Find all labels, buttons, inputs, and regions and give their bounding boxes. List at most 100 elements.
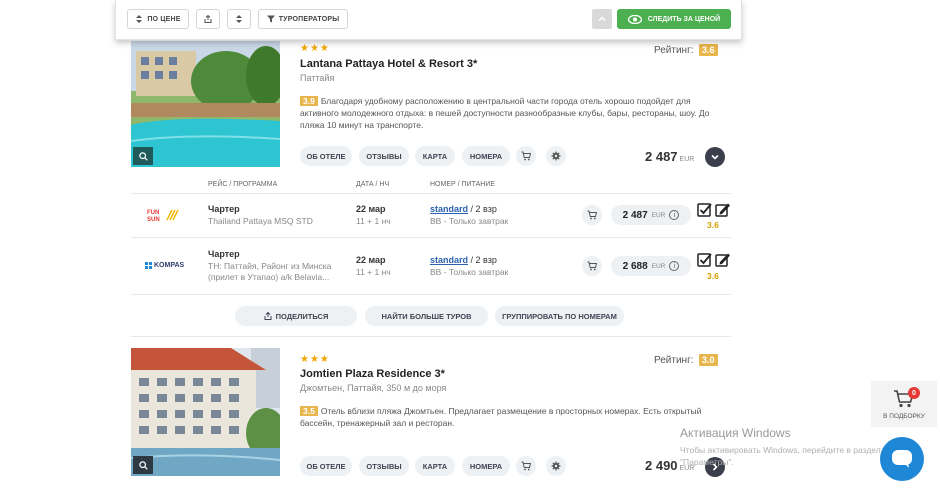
description-text: Благодаря удобному расположению в центра…	[300, 96, 710, 130]
divider	[131, 294, 731, 295]
edit-icon[interactable]	[715, 203, 730, 217]
offer-add-to-cart-button[interactable]	[582, 205, 602, 225]
description-score-badge: 3.9	[300, 96, 318, 106]
checkbox-icon[interactable]	[697, 253, 712, 267]
filter-icon	[266, 15, 275, 23]
hotel-photo[interactable]	[131, 348, 280, 476]
sort-arrows-icon	[236, 15, 242, 23]
description-score-badge: 3.5	[300, 406, 318, 416]
tab-reviews[interactable]: ОТЗЫВЫ	[359, 146, 409, 166]
hotel-name[interactable]: Lantana Pattaya Hotel & Resort 3*	[300, 58, 477, 70]
hotel-price-value: 2 487	[645, 149, 678, 164]
windows-activation-text: Чтобы активировать Windows, перейдите в …	[680, 445, 881, 467]
info-icon[interactable]: i	[669, 210, 680, 220]
offer-actions	[697, 253, 730, 267]
windows-activation-title: Активация Windows	[680, 426, 791, 440]
tab-about-hotel[interactable]: ОБ ОТЕЛЕ	[300, 456, 352, 476]
expand-offers-button[interactable]	[705, 147, 725, 167]
hotel-stars: ★★★	[300, 43, 330, 54]
hotel-stars: ★★★	[300, 354, 330, 365]
eye-icon	[627, 14, 642, 24]
selection-count-badge: 0	[908, 387, 920, 399]
selection-cart-label: В ПОДБОРКУ	[883, 413, 925, 420]
svg-text:SUN: SUN	[147, 217, 160, 222]
offer-program: Thailand Pattaya MSQ STD	[208, 216, 313, 226]
offer-rating: 3.6	[707, 271, 719, 281]
group-by-rooms-button[interactable]: ГРУППИРОВАТЬ ПО НОМЕРАМ	[495, 306, 624, 326]
offer-date: 22 мар	[356, 204, 386, 214]
settings-button[interactable]	[546, 456, 566, 476]
search-icon	[138, 460, 148, 470]
scroll-up-button[interactable]	[592, 9, 612, 29]
offer-room: standard / 2 взр	[430, 204, 497, 214]
tab-reviews[interactable]: ОТЗЫВЫ	[359, 456, 409, 476]
kompas-logo-icon	[145, 262, 152, 269]
tab-map[interactable]: КАРТА	[415, 146, 455, 166]
rating-label: Рейтинг:	[654, 355, 694, 366]
offer-nights: 11 + 1 нч	[356, 216, 391, 226]
offer-program: TH: Паттайя, Районг из Минска (прилет в …	[208, 261, 332, 282]
photo-zoom-button[interactable]	[133, 456, 153, 474]
cart-icon	[521, 461, 531, 471]
offer-date: 22 мар	[356, 255, 386, 265]
tour-operators-filter-button[interactable]: ТУРОПЕРАТОРЫ	[258, 9, 348, 29]
add-to-cart-button[interactable]	[516, 456, 536, 476]
gear-icon	[551, 151, 561, 161]
gear-icon	[551, 461, 561, 471]
offer-price-currency: EUR	[651, 211, 666, 219]
chevron-up-icon	[598, 16, 606, 22]
photo-zoom-button[interactable]	[133, 147, 153, 165]
checkbox-icon[interactable]	[697, 203, 712, 217]
tab-map[interactable]: КАРТА	[415, 456, 455, 476]
chat-bubble-icon	[892, 450, 912, 468]
toolbar: ПО ЦЕНЕ ТУРОПЕРАТОРЫ СЛЕДИТЬ ЗА ЦЕНОЙ	[115, 0, 742, 40]
edit-icon[interactable]	[715, 253, 730, 267]
settings-button[interactable]	[546, 146, 566, 166]
offer-add-to-cart-button[interactable]	[582, 256, 602, 276]
sort-by-price-button[interactable]: ПО ЦЕНЕ	[127, 9, 189, 29]
hotel-location: Джомтьен, Паттайя, 350 м до моря	[300, 383, 447, 393]
offer-type: Чартер	[208, 249, 240, 259]
selection-cart-button[interactable]: 0 В ПОДБОРКУ	[871, 381, 937, 427]
hotel-name[interactable]: Jomtien Plaza Residence 3*	[300, 368, 445, 380]
share-icon	[264, 312, 272, 320]
cart-icon	[521, 151, 531, 161]
operator-logo-kompas: KOMPAS	[145, 262, 184, 269]
offer-type: Чартер	[208, 204, 240, 214]
page: ПО ЦЕНЕ ТУРОПЕРАТОРЫ СЛЕДИТЬ ЗА ЦЕНОЙ ★★…	[0, 0, 940, 492]
offer-price-button[interactable]: 2 688 EUR i	[611, 256, 691, 276]
info-icon[interactable]: i	[669, 261, 680, 271]
hotel-price: 2 487 EUR	[645, 149, 694, 164]
tab-rooms[interactable]: НОМЕРА	[462, 456, 510, 476]
room-type-link[interactable]: standard	[430, 204, 468, 214]
offer-meal: BB - Только завтрак	[430, 267, 509, 277]
offer-room: standard / 2 взр	[430, 255, 497, 265]
room-type-link[interactable]: standard	[430, 255, 468, 265]
offer-price-button[interactable]: 2 487 EUR i	[611, 205, 691, 225]
find-more-tours-button[interactable]: НАЙТИ БОЛЬШЕ ТУРОВ	[365, 306, 488, 326]
divider	[131, 237, 731, 238]
hotel-price-currency: EUR	[679, 156, 695, 163]
add-to-cart-button[interactable]	[516, 146, 536, 166]
room-guests: / 2 взр	[468, 204, 497, 214]
share-button[interactable]: ПОДЕЛИТЬСЯ	[235, 306, 357, 326]
offer-meal: BB - Только завтрак	[430, 216, 509, 226]
divider	[131, 193, 731, 194]
cart-icon	[587, 261, 597, 271]
sort-toggle-button[interactable]	[227, 9, 251, 29]
svg-text:FUN: FUN	[147, 210, 159, 216]
follow-price-button[interactable]: СЛЕДИТЬ ЗА ЦЕНОЙ	[617, 9, 731, 29]
hotel-photo[interactable]	[131, 41, 280, 167]
operator-logo-funsun: FUN SUN	[146, 208, 182, 223]
offer-price-value: 2 487	[622, 209, 648, 221]
chat-button[interactable]	[880, 437, 924, 481]
tab-rooms[interactable]: НОМЕРА	[462, 146, 510, 166]
offer-price-currency: EUR	[651, 262, 666, 270]
share-toolbar-button[interactable]	[196, 9, 220, 29]
rating-badge: 3.0	[699, 354, 718, 366]
column-header-room: НОМЕР / ПИТАНИЕ	[430, 181, 496, 188]
operators-label: ТУРОПЕРАТОРЫ	[278, 15, 340, 23]
tab-about-hotel[interactable]: ОБ ОТЕЛЕ	[300, 146, 352, 166]
share-label: ПОДЕЛИТЬСЯ	[275, 311, 329, 321]
search-icon	[138, 151, 148, 161]
